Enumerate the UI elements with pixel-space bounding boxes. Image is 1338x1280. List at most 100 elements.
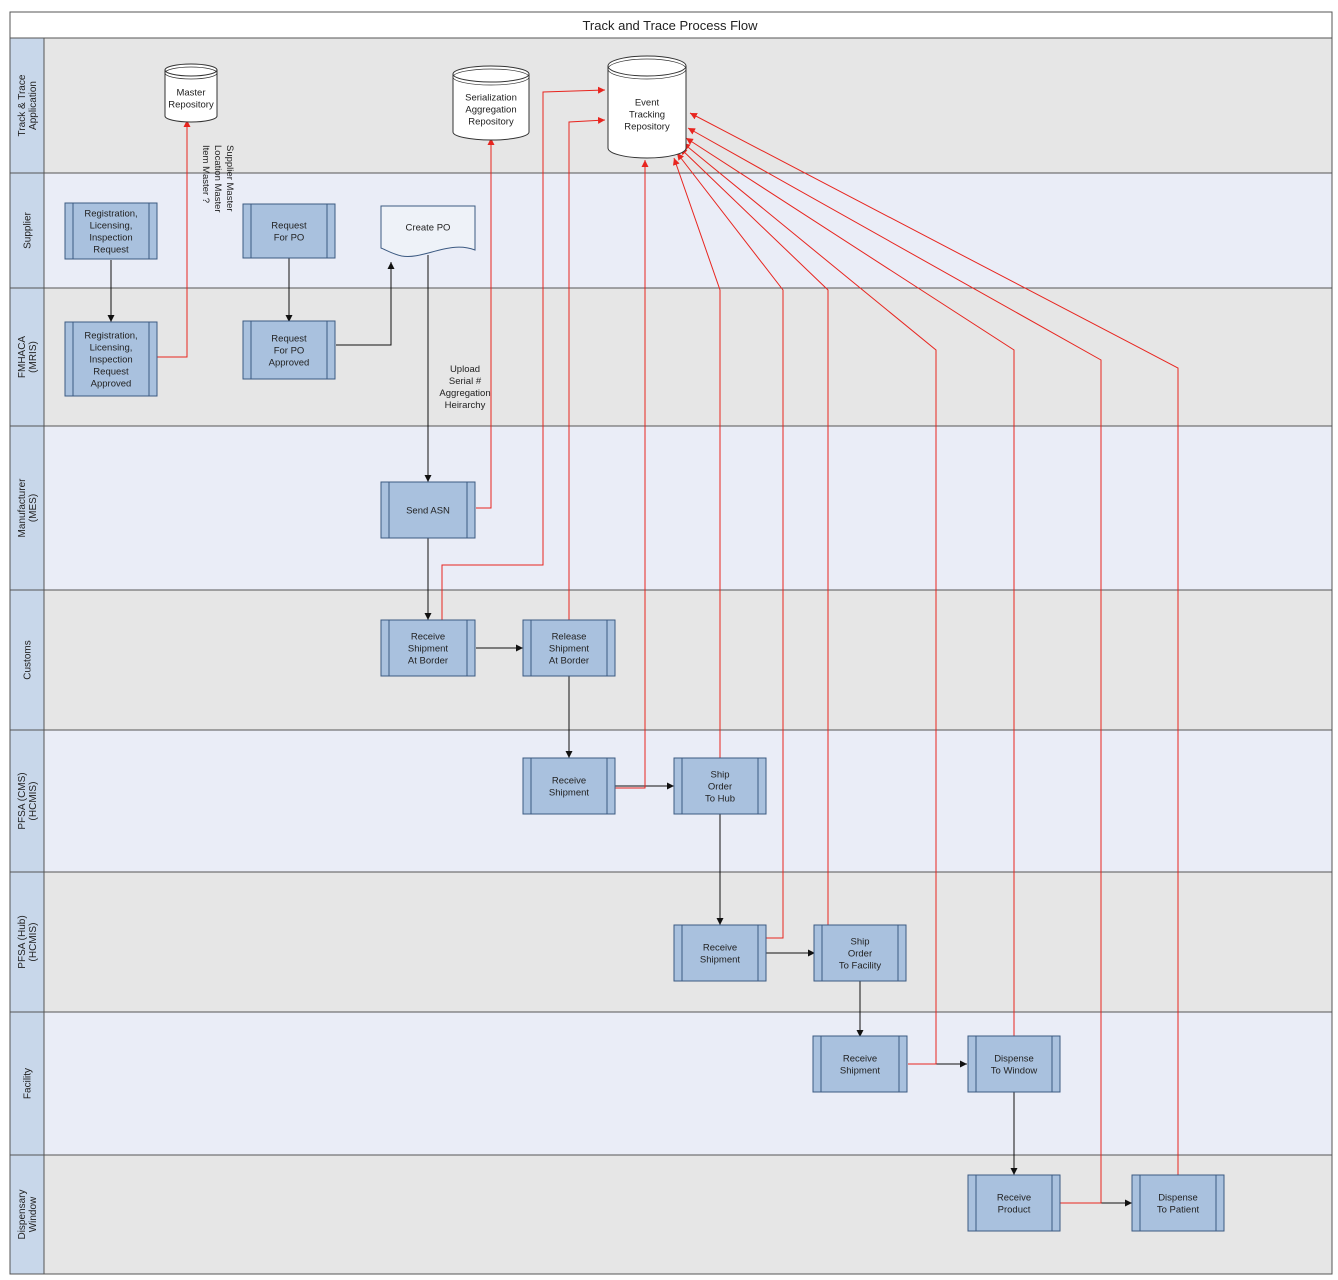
process-label: Order (848, 949, 872, 960)
process-disp-win: DispenseTo Window (967, 1035, 1061, 1093)
repository-serial: SerializationAggregationRepository (452, 65, 530, 141)
lane-band (43, 1011, 1333, 1156)
repository-label: Aggregation (465, 105, 516, 116)
repository-event: EventTrackingRepository (607, 55, 687, 159)
process-label: To Facility (839, 961, 881, 972)
process-label: Ship (850, 937, 869, 948)
supplier-master-annotation: Location Master (212, 145, 223, 213)
cylinder-top (452, 65, 530, 83)
lane-label: Customs (23, 640, 34, 679)
process-label: At Border (408, 656, 448, 667)
process-label: Receive (843, 1054, 877, 1065)
lane-band (43, 172, 1333, 289)
repository-label: Event (635, 98, 660, 109)
process-disp-pat: DispenseTo Patient (1131, 1174, 1225, 1232)
lane-label: Window (28, 1196, 39, 1232)
process-rel-border: ReleaseShipmentAt Border (522, 619, 616, 677)
repository-label: Repository (624, 122, 670, 133)
repository-label: Master (176, 88, 205, 99)
process-label: Receive (997, 1193, 1031, 1204)
lane-label: Supplier (23, 211, 34, 248)
swimlanes: Track & Trace ApplicationSupplierFMHACA (M… (9, 37, 1333, 1275)
diagram-title: Track and Trace Process Flow (582, 18, 758, 33)
lane-band (43, 425, 1333, 591)
process-label: Shipment (840, 1066, 880, 1077)
lane-facility: Facility (9, 1011, 1333, 1156)
process-label: Approved (91, 379, 132, 390)
process-label: For PO (274, 233, 305, 244)
process-label: To Window (991, 1066, 1038, 1077)
process-label: Licensing, (90, 221, 133, 232)
lane-label: PFSA (CMS) (17, 772, 28, 829)
process-label: Order (708, 782, 732, 793)
process-label: To Patient (1157, 1205, 1200, 1216)
process-label: Dispense (994, 1054, 1034, 1065)
lane-band (43, 287, 1333, 427)
lane-label: (HCMIS) (28, 923, 39, 962)
process-label: Create PO (406, 223, 451, 234)
process-ship-hub: ShipOrderTo Hub (673, 757, 767, 815)
process-label: Request (271, 334, 307, 345)
repository-label: Repository (168, 100, 214, 111)
process-ship-fac: ShipOrderTo Facility (813, 924, 907, 982)
process-reg-app: Registration,Licensing,InspectionRequest… (64, 321, 158, 397)
upload-annotation: Upload (450, 364, 480, 375)
repository-master: MasterRepository (164, 63, 218, 123)
process-label: Shipment (549, 788, 589, 799)
lane-band (43, 37, 1333, 174)
process-label: Licensing, (90, 343, 133, 354)
lane-pfsa_hub: PFSA (Hub) (HCMIS) (9, 871, 1333, 1013)
process-recv-prod: ReceiveProduct (967, 1174, 1061, 1232)
lane-label: Dispensary (17, 1189, 28, 1239)
process-label: Shipment (408, 644, 448, 655)
upload-annotation: Aggregation (439, 388, 490, 399)
process-label: Request (93, 367, 129, 378)
repository-label: Repository (468, 117, 514, 128)
process-reg-req: Registration,Licensing,InspectionRequest (64, 202, 158, 260)
lane-fmhaca: FMHACA (MRIS) (9, 287, 1333, 427)
process-flow-diagram: Track and Trace Process Flow Track & Tra… (9, 11, 1333, 1275)
process-label: Shipment (700, 955, 740, 966)
upload-annotation: Heirarchy (445, 400, 486, 411)
process-label: Receive (411, 632, 445, 643)
lane-label: (HCMIS) (28, 782, 39, 821)
process-po-app: RequestFor POApproved (242, 320, 336, 380)
process-label: Send ASN (406, 506, 450, 517)
process-label: Release (552, 632, 587, 643)
process-label: Inspection (89, 355, 132, 366)
upload-annotation: Serial # (449, 376, 482, 387)
lane-label: (MRIS) (28, 341, 39, 373)
supplier-master-annotation: Item Master ? (200, 145, 211, 203)
lane-pfsa_cms: PFSA (CMS) (HCMIS) (9, 729, 1333, 873)
process-label: To Hub (705, 794, 735, 805)
process-label: Product (998, 1205, 1031, 1216)
lane-label: PFSA (Hub) (17, 915, 28, 968)
process-label: Registration, (84, 331, 137, 342)
lane-band (43, 589, 1333, 731)
lane-label: Track & Trace (17, 74, 28, 136)
process-label: For PO (274, 346, 305, 357)
process-recv-hub: ReceiveShipment (673, 924, 767, 982)
lane-customs: Customs (9, 589, 1333, 731)
repository-label: Tracking (629, 110, 665, 121)
process-label: Receive (552, 776, 586, 787)
process-label: Receive (703, 943, 737, 954)
process-label: Shipment (549, 644, 589, 655)
repository-label: Serialization (465, 93, 517, 104)
process-label: Request (93, 245, 129, 256)
supplier-master-annotation: Supplier Master (224, 145, 235, 212)
process-label: Dispense (1158, 1193, 1198, 1204)
process-label: At Border (549, 656, 589, 667)
lane-label: Manufacturer (17, 478, 28, 538)
lane-label: Application (28, 81, 39, 130)
process-label: Inspection (89, 233, 132, 244)
process-req-po: RequestFor PO (242, 203, 336, 259)
process-label: Approved (269, 358, 310, 369)
process-label: Request (271, 221, 307, 232)
lane-manufacturer: Manufacturer (MES) (9, 425, 1333, 591)
process-label: Registration, (84, 209, 137, 220)
lane-label: FMHACA (17, 336, 28, 379)
process-recv-cms: ReceiveShipment (522, 757, 616, 815)
lane-label: (MES) (28, 494, 39, 522)
process-send-asn: Send ASN (380, 481, 476, 539)
